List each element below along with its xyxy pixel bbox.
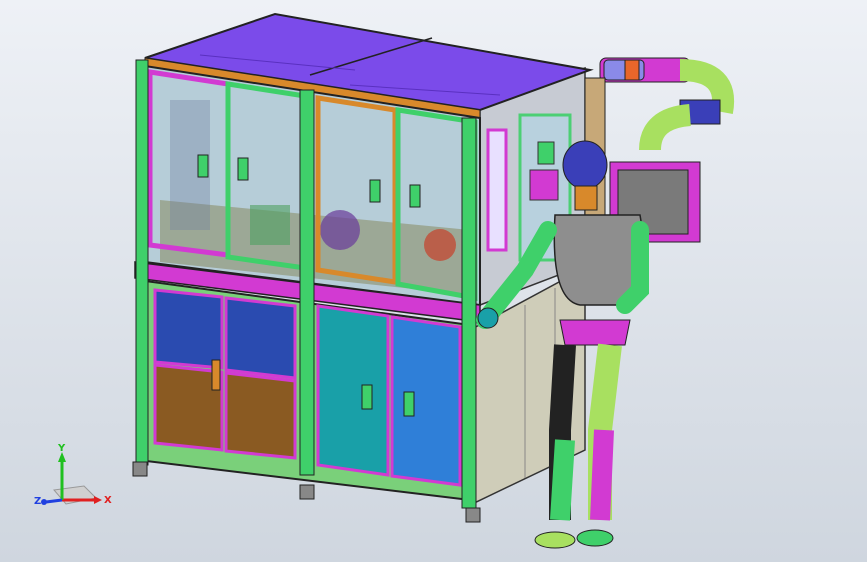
figure-head [562,140,608,190]
door-handle[interactable] [369,179,381,203]
machine-foot [132,461,148,477]
door-handle[interactable] [409,184,421,208]
orientation-triad[interactable]: X Y Z [32,440,112,520]
machine-foot [299,484,315,500]
lower-door-3[interactable] [316,304,390,477]
door-handle[interactable] [237,157,249,181]
lower-door-2-top[interactable] [224,296,297,380]
door-handle[interactable] [361,384,373,410]
figure-right-foot [576,529,614,547]
door-handle[interactable] [403,391,415,417]
machine-foot [465,507,481,523]
lower-door-1-top[interactable] [153,288,224,370]
door-handle[interactable] [197,154,209,178]
cad-model-scene [132,12,735,549]
door-handle[interactable] [211,359,221,391]
z-axis-label: Z [34,496,41,507]
x-axis-label: X [104,495,112,506]
cad-viewport[interactable]: X Y Z [0,0,867,562]
figure-left-foot [534,531,576,549]
z-axis-arrow [45,498,63,504]
y-axis-label: Y [57,443,66,454]
lower-door-2-bottom[interactable] [224,371,297,460]
lower-door-4[interactable] [390,315,462,487]
